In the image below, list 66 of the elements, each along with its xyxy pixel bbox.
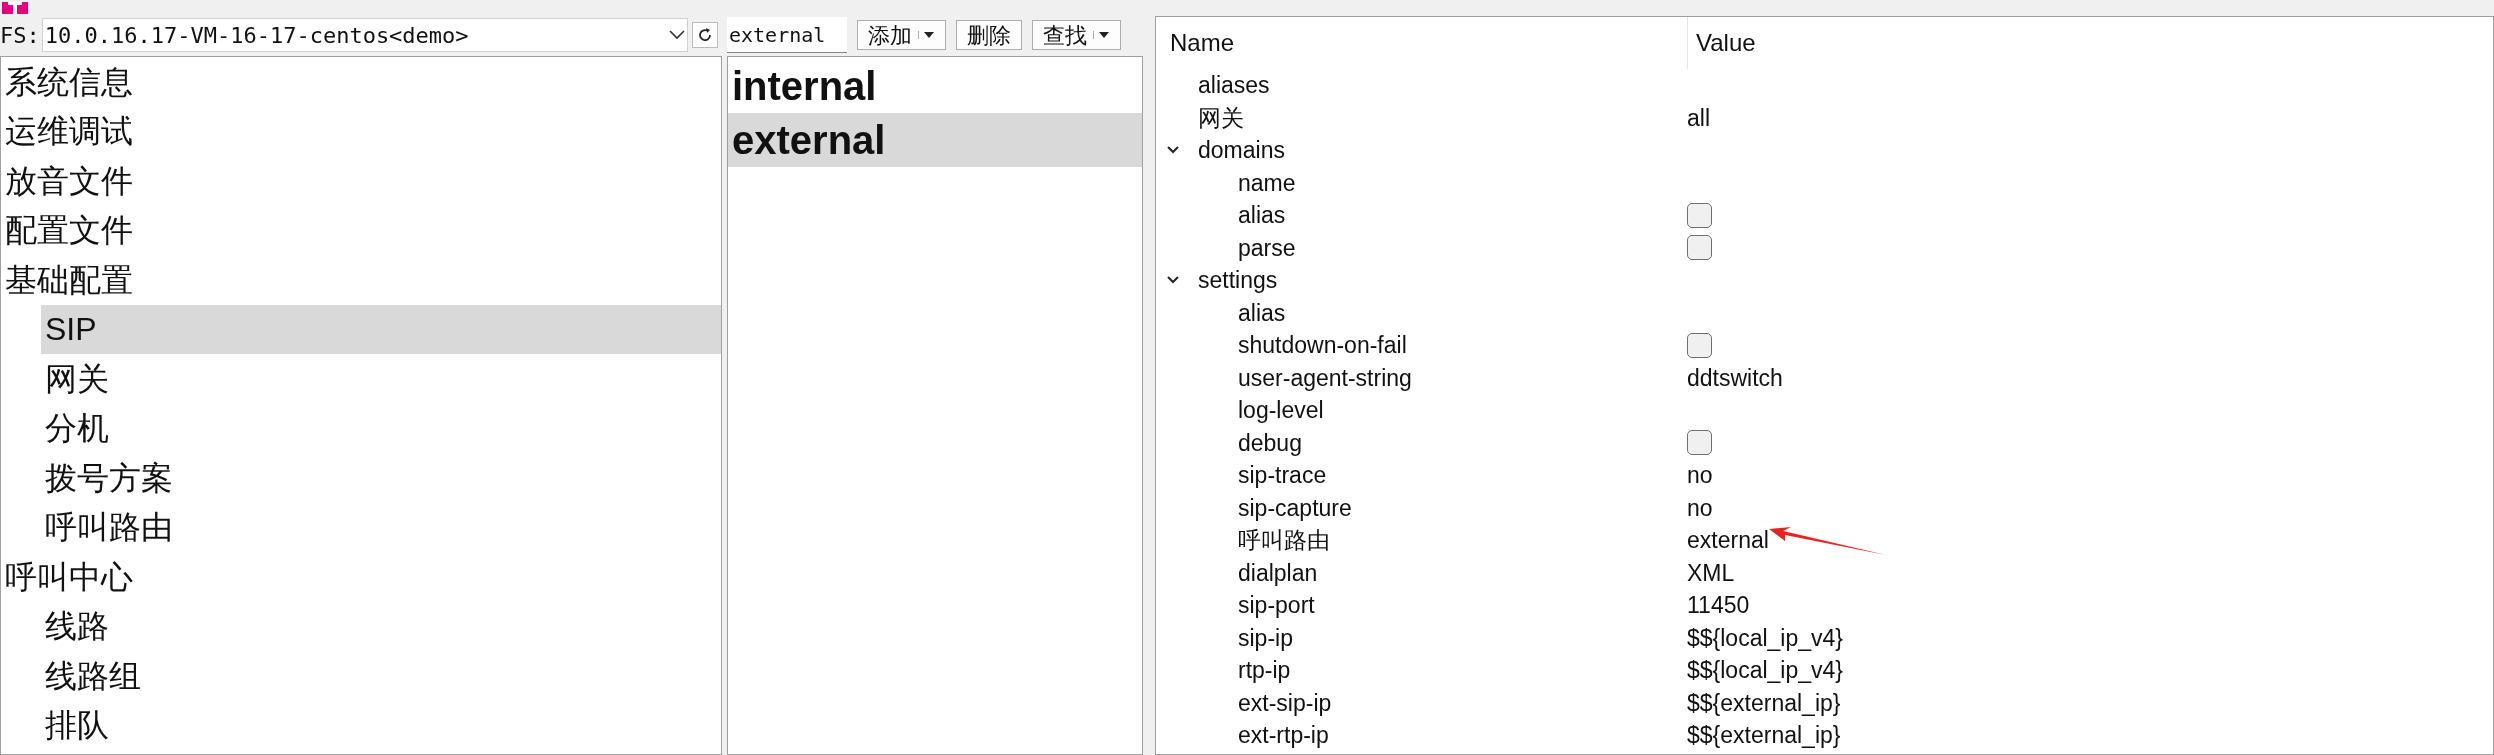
profile-item[interactable]: internal [728, 59, 1142, 113]
nav-item[interactable]: 线路组 [41, 651, 721, 701]
nav-item[interactable]: 配置文件 [1, 205, 721, 255]
search-field[interactable]: external [727, 17, 847, 53]
nav-item[interactable]: 网关 [41, 354, 721, 404]
toolbar-button[interactable]: 查找 [1032, 20, 1121, 50]
nav-item[interactable]: 放音文件 [1, 156, 721, 206]
property-name: 网关 [1198, 103, 1244, 133]
property-value: $${local_ip_v4} [1687, 656, 1844, 685]
nav-item[interactable]: 基础配置 [1, 255, 721, 305]
property-name: 呼叫路由 [1238, 526, 1330, 555]
property-value: all [1687, 103, 1710, 133]
property-value: external [1687, 526, 1769, 555]
property-name: ext-sip-ip [1238, 688, 1332, 718]
property-value: $${local_ip_v4} [1687, 623, 1844, 653]
toolbar-button[interactable]: 删除 [956, 20, 1022, 50]
column-header[interactable]: Value [1688, 25, 1756, 61]
property-name: sip-ip [1238, 623, 1293, 653]
checkbox[interactable] [1687, 332, 1712, 358]
property-name: name [1238, 168, 1296, 198]
caret-icon [923, 31, 935, 39]
property-name: ext-rtp-ip [1238, 721, 1329, 750]
checkbox[interactable] [1687, 430, 1712, 456]
refresh-icon [696, 27, 713, 43]
property-name: aliases [1198, 71, 1270, 100]
profile-item[interactable]: external [728, 113, 1142, 167]
nav-item[interactable]: 呼叫中心 [1, 552, 721, 602]
property-name: shutdown-on-fail [1238, 331, 1407, 360]
property-name: domains [1198, 136, 1285, 165]
property-name: rtp-ip [1238, 656, 1291, 685]
property-name: settings [1198, 266, 1278, 295]
property-name: parse [1238, 233, 1296, 263]
app-logo-icon [2, 2, 28, 14]
toolbar-button[interactable]: 添加 [857, 20, 946, 50]
property-name: alias [1238, 298, 1286, 328]
property-name: debug [1238, 428, 1302, 458]
nav-item[interactable]: 呼叫路由 [41, 502, 721, 552]
property-value: no [1687, 493, 1713, 523]
property-name: sip-capture [1238, 493, 1352, 523]
refresh-button[interactable] [691, 22, 718, 48]
connection-label: FS: [0, 21, 40, 50]
nav-item[interactable]: 分机 [41, 403, 721, 453]
nav-item[interactable]: 运维调试 [1, 106, 721, 156]
chevron-down-icon [668, 30, 685, 40]
connection-dropdown[interactable]: 10.0.16.17-VM-16-17-centos<demo> [41, 18, 688, 52]
property-value: $${external_ip} [1687, 721, 1841, 750]
nav-item[interactable]: SIP [41, 304, 721, 354]
property-name: alias [1238, 201, 1286, 230]
property-value: $${external_ip} [1687, 688, 1841, 718]
property-name: log-level [1238, 396, 1324, 425]
property-value: XML [1687, 558, 1735, 588]
property-name: user-agent-string [1238, 363, 1412, 393]
checkbox[interactable] [1687, 235, 1712, 261]
property-name: sip-port [1238, 591, 1315, 620]
checkbox[interactable] [1687, 202, 1712, 228]
caret-icon [1098, 31, 1110, 39]
property-value: no [1687, 461, 1713, 490]
property-value: 11450 [1687, 591, 1750, 620]
nav-item[interactable]: 系统信息 [1, 57, 721, 107]
property-name: dialplan [1238, 558, 1318, 588]
nav-item[interactable]: 拨号方案 [41, 453, 721, 503]
nav-item[interactable]: 排队 [41, 700, 721, 750]
nav-item[interactable]: 线路 [41, 601, 721, 651]
column-header[interactable]: Name [1156, 17, 1688, 69]
property-value: ddtswitch [1687, 363, 1783, 393]
property-name: sip-trace [1238, 461, 1327, 490]
